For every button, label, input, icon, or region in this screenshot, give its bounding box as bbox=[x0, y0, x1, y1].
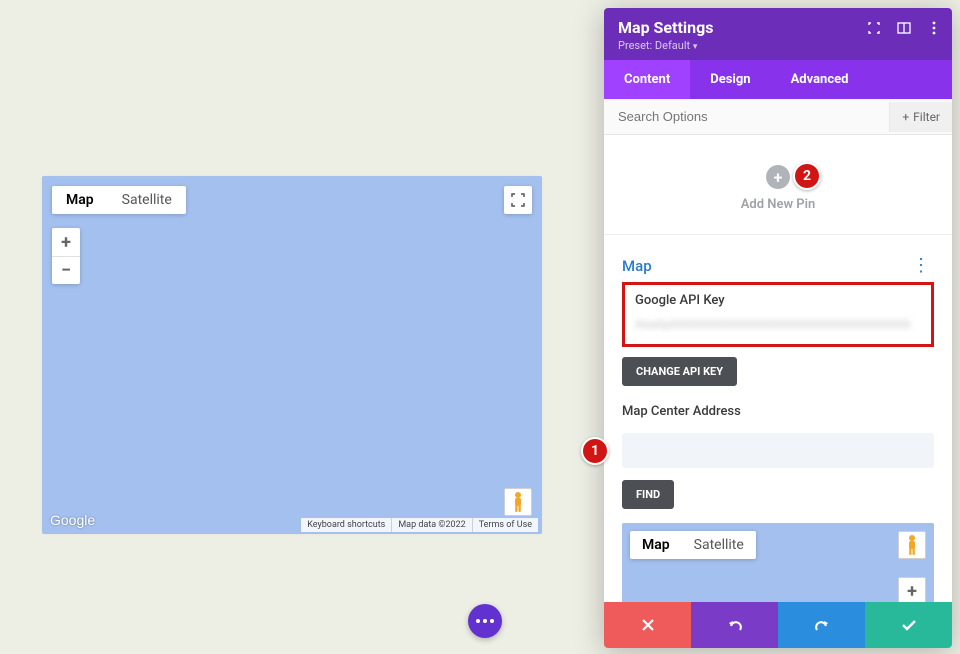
map-type-satellite-button[interactable]: Satellite bbox=[108, 186, 186, 214]
add-pin-label: Add New Pin bbox=[604, 197, 952, 212]
pegman-icon bbox=[509, 491, 527, 513]
annotation-badge-1: 1 bbox=[581, 437, 609, 465]
fullscreen-icon bbox=[511, 193, 525, 207]
fullscreen-button[interactable] bbox=[504, 186, 532, 214]
zoom-in-button[interactable]: + bbox=[52, 228, 80, 256]
map-center-label: Map Center Address bbox=[622, 404, 934, 419]
close-icon bbox=[641, 618, 655, 632]
zoom-out-button[interactable]: − bbox=[52, 256, 80, 284]
mini-map-map-button[interactable]: Map bbox=[630, 531, 682, 559]
map-type-map-button[interactable]: Map bbox=[52, 186, 108, 214]
api-key-highlight-box: Google API Key AIzaSyXXXXXXXXXXXXXXXXXXX… bbox=[622, 282, 934, 347]
more-icon[interactable] bbox=[926, 20, 942, 36]
expand-icon[interactable] bbox=[866, 20, 882, 36]
google-logo: Google bbox=[50, 512, 95, 528]
map-section: Map ⋮ Google API Key AIzaSyXXXXXXXXXXXXX… bbox=[604, 235, 952, 602]
chevron-down-icon: ▾ bbox=[693, 42, 698, 52]
tab-advanced[interactable]: Advanced bbox=[771, 60, 869, 99]
map-data-label: Map data ©2022 bbox=[391, 518, 471, 532]
settings-panel: Map Settings Preset: Default ▾ Content D… bbox=[604, 8, 952, 648]
api-key-field[interactable]: AIzaSyXXXXXXXXXXXXXXXXXXXXXXXXXXXXXXXXXX bbox=[635, 316, 921, 334]
add-pin-button[interactable]: + bbox=[766, 165, 790, 189]
save-button[interactable] bbox=[865, 602, 952, 648]
mini-map-type-control: Map Satellite bbox=[630, 531, 756, 559]
map-type-control: Map Satellite bbox=[52, 186, 186, 214]
preset-dropdown[interactable]: Preset: Default ▾ bbox=[618, 39, 938, 52]
map-attribution: Keyboard shortcuts Map data ©2022 Terms … bbox=[301, 518, 538, 532]
panel-search-row: + Filter bbox=[604, 99, 952, 135]
terms-link[interactable]: Terms of Use bbox=[472, 518, 538, 532]
module-fab-button[interactable] bbox=[468, 604, 502, 638]
redo-button[interactable] bbox=[778, 602, 865, 648]
zoom-control: + − bbox=[52, 228, 80, 284]
api-key-label: Google API Key bbox=[635, 293, 921, 308]
keyboard-shortcuts-link[interactable]: Keyboard shortcuts bbox=[301, 518, 391, 532]
check-icon bbox=[901, 619, 917, 631]
map-center-input[interactable] bbox=[622, 433, 934, 468]
tab-content[interactable]: Content bbox=[604, 60, 690, 99]
redo-icon bbox=[814, 618, 830, 632]
change-api-key-button[interactable]: CHANGE API KEY bbox=[622, 357, 737, 386]
panel-body[interactable]: + Add New Pin Map ⋮ Google API Key AIzaS… bbox=[604, 135, 952, 602]
split-view-icon[interactable] bbox=[896, 20, 912, 36]
discard-button[interactable] bbox=[604, 602, 691, 648]
undo-icon bbox=[727, 618, 743, 632]
mini-map-zoom-in-button[interactable]: + bbox=[898, 577, 926, 602]
pegman-icon bbox=[903, 534, 921, 556]
mini-map-pegman-button[interactable] bbox=[898, 531, 926, 559]
section-menu-icon[interactable]: ⋮ bbox=[908, 255, 934, 276]
filter-button[interactable]: + Filter bbox=[889, 102, 952, 132]
add-pin-section: + Add New Pin bbox=[604, 135, 952, 235]
mini-map-satellite-button[interactable]: Satellite bbox=[682, 531, 756, 559]
panel-header: Map Settings Preset: Default ▾ bbox=[604, 8, 952, 60]
action-bar bbox=[604, 602, 952, 648]
annotation-badge-2: 2 bbox=[793, 162, 821, 190]
main-map[interactable]: Map Satellite + − Google Keyboard shortc… bbox=[42, 176, 542, 534]
search-input[interactable] bbox=[604, 99, 889, 134]
section-title-map[interactable]: Map bbox=[622, 257, 652, 275]
find-button[interactable]: FIND bbox=[622, 480, 674, 509]
panel-tabs: Content Design Advanced bbox=[604, 60, 952, 99]
plus-icon: + bbox=[902, 110, 909, 124]
tab-design[interactable]: Design bbox=[690, 60, 770, 99]
pegman-button[interactable] bbox=[504, 488, 532, 516]
mini-map-preview[interactable]: Map Satellite + bbox=[622, 523, 934, 602]
undo-button[interactable] bbox=[691, 602, 778, 648]
